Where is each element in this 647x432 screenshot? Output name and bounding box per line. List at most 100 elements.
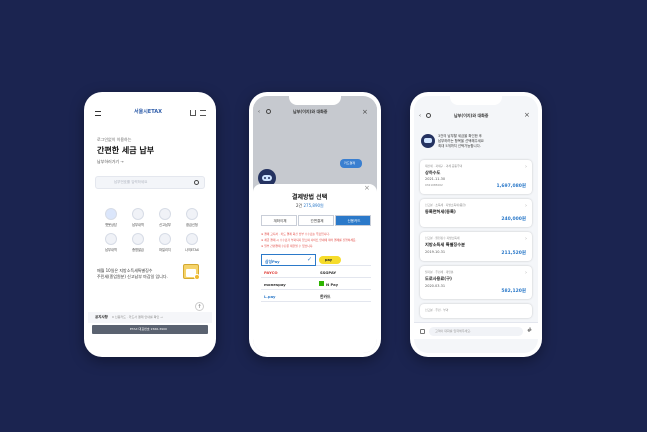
payment-tab[interactable]: 신용카드 [335,215,371,226]
bottom-bar-text: ETAX 대표번호 1566-3900 [130,327,167,331]
tax-card-title: 등록면허세(등록) [425,209,456,214]
send-icon[interactable]: # [527,327,532,334]
pay-method-option[interactable]: 한카드 [317,290,371,302]
pay-method-option[interactable]: monespay [261,278,316,290]
tax-card-date: 2020.03.31 [425,284,446,288]
tax-card-tags: 신고분 · 원천징수 지방소득세 [425,236,460,240]
menu-item-label: 납부내역 [132,223,144,227]
sheet-summary: 2건 275,890원 [296,203,324,208]
calendar-icon [183,264,200,280]
menu-item[interactable]: 납부내역 [127,208,149,228]
pay-method-option[interactable]: L.pay [261,290,316,302]
home-icon[interactable] [190,110,196,116]
pay-method-option[interactable]: SSGPAY [317,266,371,278]
back-icon[interactable]: ‹ [258,109,260,115]
chevron-right-icon: › [525,203,527,209]
tax-card-date: 2019.10.31 [425,250,446,254]
phone-payment: ‹ 납부(이지)와 대화중 × 카드결제 × 결제방법 선택 2건 275,89… [249,92,381,357]
sheet-title: 결제방법 선택 [292,194,328,201]
tax-card-date: 2021.11.30 [425,177,446,181]
pay-method-option[interactable]: 삼성Pay ✓ [261,254,316,266]
pay-method-label: SSGPAY [320,270,337,275]
tax-card[interactable]: 신고분 · 원천징수 지방소득세지방소득세 특별징수분 2019.10.31 211… [420,232,532,261]
sheet-close-icon[interactable]: × [364,184,370,192]
payment-sheet: × 결제방법 선택 2건 275,890원 계좌이체 간편결제 신용카드 ※ 결제 … [253,184,377,353]
menu-item-icon [132,208,144,220]
scroll-top-icon[interactable]: ↑ [195,302,204,311]
tax-card[interactable]: 월기분 · 주민세 · 개인분 도로사용료(구) 2020.03.31 582,120… [420,266,532,299]
chevron-right-icon: › [525,270,527,276]
bottom-bar[interactable]: ETAX 대표번호 1566-3900 [92,325,208,334]
back-icon[interactable]: ‹ [419,113,421,119]
pay-method-label: PAYCO [264,270,278,275]
menu-item-icon [159,208,171,220]
attach-icon[interactable] [420,329,425,334]
npay-icon [319,281,324,286]
menu-item[interactable]: 신고납부 [154,208,176,228]
payment-tab-label: 간편결제 [310,219,324,223]
search-placeholder: 납부번호를 입력하세요 [114,180,148,184]
tax-card-code: 0321085002 [425,183,443,187]
pay-method-label: L.pay [264,294,276,299]
payment-tab[interactable]: 계좌이체 [261,215,297,226]
chat-input-bar: 고객이 대화를 입력해주세요. # [414,322,538,339]
menu-item-label: 신고납부 [159,223,171,227]
pay-link[interactable]: 납부하러가기 → [97,160,124,164]
robot-avatar-icon [421,134,435,148]
tax-card-title: 지방소득세 특별징수분 [425,242,465,247]
tax-card[interactable]: 재산세 · 과세구 · 과세 공동주택 상하수도 2021.11.30 0321085… [420,160,532,194]
notice-bar[interactable]: 공지사항 0 신용카드 · 카드사 결제 안내를 확인 → [88,312,212,323]
tax-card-amount: 582,120원 [501,289,526,294]
hamburger-icon[interactable] [200,110,206,116]
menu-icon[interactable] [95,111,101,116]
menu-item-icon [132,233,144,245]
bot-message: 3건의 납부할 세금을 확인한 후 납부하려는 항목을 선택해주세요 최대 5개… [438,134,484,148]
menu-item-label: 나의ETAX [185,248,199,252]
menu-item[interactable]: 마일리지 [154,233,176,253]
search-icon[interactable] [194,180,199,185]
menu-item-icon [105,208,117,220]
menu-item-icon [105,233,117,245]
menu-item[interactable]: 나의ETAX [181,233,203,253]
phone-notch [289,96,341,105]
pay-method-label: monespay [264,282,286,287]
phone-notch [450,96,502,105]
menu-item[interactable]: 납부내역 [100,233,122,253]
payment-tab-label: 계좌이체 [273,219,287,223]
pay-method-row: L.pay 한카드 [261,290,371,302]
phone-home: 서울시ETAX 로그인없이 이용하는 간편한 세금 납부 납부하러가기 → 납부… [84,92,216,357]
close-icon[interactable]: × [362,108,368,116]
payment-note: ※ 세금 결제 시 수수료가 부과되지 않으며 사이트 안내에 따라 결제를 진… [261,238,357,242]
close-icon[interactable]: × [524,111,530,119]
chat-input[interactable]: 고객이 대화를 입력해주세요. [429,327,523,336]
tax-card-tags: 신고분 · 주민 · 부과 [425,308,449,312]
pay-method-row: PAYCO SSGPAY [261,266,371,278]
tax-card-amount: 211,520원 [501,251,526,256]
chat-header-title: 납부(이지)와 대화중 [293,109,328,114]
payment-tab[interactable]: 간편결제 [298,215,334,226]
pay-method-label: 한카드 [320,294,331,299]
kakaopay-badge: pay [319,256,341,264]
menu-item[interactable]: 챗봇상담 [100,208,122,228]
tax-card-tags: 재산세 · 과세구 · 과세 공동주택 [425,164,463,168]
pay-method-row: monespay N Pay [261,278,371,290]
pay-method-label: 삼성Pay [265,259,280,264]
pay-method-option[interactable]: pay [317,254,371,266]
chat-header-title: 납부(이지)와 대화중 [454,113,489,118]
pay-method-option[interactable]: N Pay [317,278,371,290]
menu-item[interactable]: 환급신청 [181,208,203,228]
headline: 간편한 세금 납부 [97,146,155,155]
intro-text: 로그인없이 이용하는 [97,137,132,142]
tax-card[interactable]: 신고분 · 주민 · 부과 [420,304,532,318]
tax-card[interactable]: 신고분 · 소득세 · 지방소득세(종합) 등록면허세(등록) 240,000원 › [420,199,532,227]
help-icon[interactable] [266,109,271,114]
menu-item[interactable]: 증명발급 [127,233,149,253]
search-input[interactable]: 납부번호를 입력하세요 [95,176,205,189]
menu-item-icon [186,208,198,220]
user-bubble: 카드결제 [340,159,362,168]
help-icon[interactable] [426,113,431,118]
tax-card-tags: 신고분 · 소득세 · 지방소득세(종합) [425,203,466,207]
menu-item-label: 환급신청 [186,223,198,227]
notice-label: 공지사항 [95,315,108,319]
pay-method-option[interactable]: PAYCO [261,266,316,278]
